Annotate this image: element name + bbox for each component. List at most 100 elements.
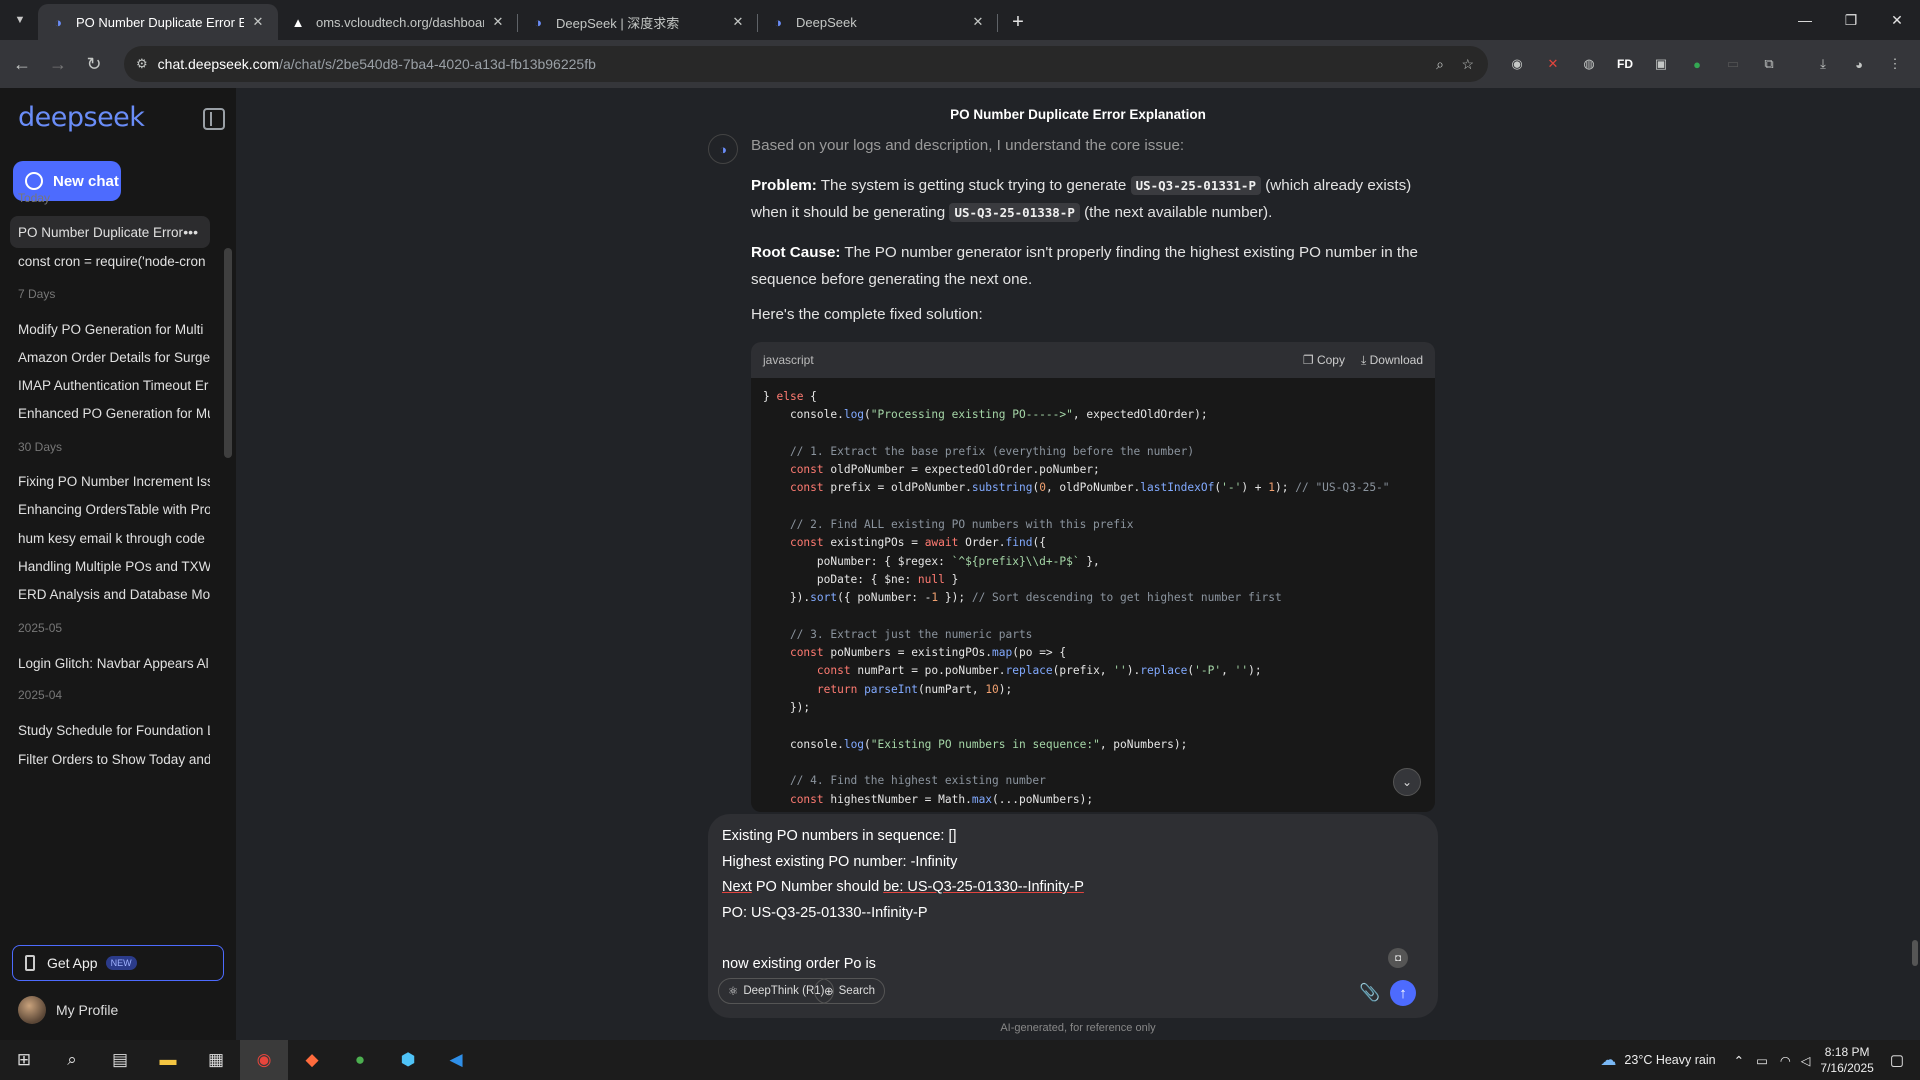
- system-tray: ☁ 23°C Heavy rain ⌃ ▭ ◠ ◁ 8:18 PM 7/16/2…: [1600, 1040, 1920, 1080]
- send-button[interactable]: ↑: [1390, 980, 1416, 1006]
- extensions-puzzle-icon[interactable]: ⧉: [1757, 52, 1781, 76]
- history-item-label: ERD Analysis and Database Mod: [18, 586, 210, 602]
- code-line: } else {: [763, 390, 817, 403]
- extension-dark-icon[interactable]: ▭: [1721, 52, 1745, 76]
- tab-title: PO Number Duplicate Error Exp: [76, 14, 244, 30]
- code-language: javascript: [763, 353, 814, 367]
- notification-icon[interactable]: ▢: [1890, 1051, 1904, 1069]
- triangle-icon: ▲: [291, 14, 305, 30]
- composer-misspelled: be: US-Q3-25-01330--Infinity-P: [883, 879, 1084, 895]
- code-line: poDate: { $ne: null }: [763, 572, 959, 586]
- deepseek-whale-icon: ◑: [708, 134, 738, 164]
- browser-tab[interactable]: ◑ DeepSeek ✕: [758, 4, 998, 40]
- history-item-label: IMAP Authentication Timeout Er: [18, 377, 209, 393]
- code-line: poNumber: { $regex: `^${prefix}\\d+-P$` …: [763, 554, 1100, 568]
- download-icon[interactable]: ⤓: [1811, 52, 1835, 76]
- clock[interactable]: 8:18 PM 7/16/2025: [1820, 1044, 1873, 1076]
- file-explorer-icon[interactable]: ▬: [144, 1040, 192, 1080]
- extension-fd-icon[interactable]: FD: [1613, 52, 1637, 76]
- download-label: Download: [1369, 352, 1423, 367]
- history-item[interactable]: const cron = require('node-cron: [10, 245, 210, 277]
- app-red-icon[interactable]: ◆: [288, 1040, 336, 1080]
- tab-close-icon[interactable]: ✕: [970, 14, 986, 30]
- browser-tab[interactable]: ▲ oms.vcloudtech.org/dashboard ✕: [278, 4, 518, 40]
- windows-start-icon[interactable]: ⊞: [0, 1040, 48, 1080]
- bookmark-star-icon[interactable]: ☆: [1461, 56, 1474, 73]
- app-hex-icon[interactable]: ⬢: [384, 1040, 432, 1080]
- site-info-icon[interactable]: ⚙: [136, 56, 148, 72]
- scroll-down-chevron-icon[interactable]: ⌄: [1393, 768, 1421, 796]
- history-item[interactable]: Study Schedule for Foundation L: [10, 714, 210, 746]
- message-input[interactable]: Existing PO numbers in sequence: [] High…: [722, 824, 1084, 977]
- restore-icon[interactable]: ❐: [1828, 0, 1874, 40]
- extension-image-icon[interactable]: ▣: [1649, 52, 1673, 76]
- browser-tab[interactable]: ◑ PO Number Duplicate Error Exp ✕: [38, 4, 278, 40]
- history-item[interactable]: Filter Orders to Show Today and: [10, 743, 210, 775]
- code-body: } else { console.log("Processing existin…: [751, 378, 1435, 812]
- battery-icon[interactable]: ▭: [1756, 1053, 1768, 1068]
- search-icon[interactable]: ⌕: [48, 1040, 96, 1080]
- download-button[interactable]: ⤓ Download: [1361, 353, 1423, 368]
- tab-list: ◑ PO Number Duplicate Error Exp ✕ ▲ oms.vclo…: [38, 4, 1032, 40]
- solution-intro: Here's the complete fixed solution:: [751, 306, 983, 323]
- vscode-icon[interactable]: ◀: [432, 1040, 480, 1080]
- history-item[interactable]: Enhanced PO Generation for Mu: [10, 397, 210, 429]
- extension-x-icon[interactable]: ✕: [1541, 52, 1565, 76]
- history-item-label: Filter Orders to Show Today and: [18, 751, 210, 767]
- tab-close-icon[interactable]: ✕: [250, 14, 266, 30]
- wifi-icon[interactable]: ◠: [1780, 1053, 1791, 1068]
- minimize-icon[interactable]: —: [1782, 0, 1828, 40]
- extension-green-icon[interactable]: ●: [1685, 52, 1709, 76]
- copy-button[interactable]: ❐ Copy: [1303, 353, 1345, 367]
- main-scrollbar[interactable]: [1912, 940, 1918, 966]
- history-item-label: Fixing PO Number Increment Iss: [18, 473, 210, 489]
- reload-icon[interactable]: ↻: [76, 46, 112, 82]
- search-toggle[interactable]: ⊕ Search: [814, 978, 886, 1004]
- zoom-icon[interactable]: ⌕: [1436, 56, 1444, 73]
- tab-close-icon[interactable]: ✕: [730, 14, 746, 30]
- root-cause-paragraph: Root Cause: The PO number generator isn'…: [751, 239, 1451, 293]
- date-text: 7/16/2025: [1820, 1061, 1874, 1075]
- history-item[interactable]: PO Number Duplicate Error •••: [10, 216, 210, 248]
- history-item[interactable]: Enhancing OrdersTable with Pro: [10, 493, 210, 525]
- back-arrow-icon[interactable]: ←: [4, 46, 40, 82]
- close-window-icon[interactable]: ✕: [1874, 0, 1920, 40]
- history-item[interactable]: Login Glitch: Navbar Appears Al: [10, 647, 210, 679]
- store-icon[interactable]: ▦: [192, 1040, 240, 1080]
- tab-close-icon[interactable]: ✕: [490, 14, 506, 30]
- my-profile-button[interactable]: My Profile: [18, 996, 118, 1024]
- code-line: // 1. Extract the base prefix (everythin…: [763, 444, 1195, 458]
- code-block: javascript ❐ Copy ⤓ Download } else { co…: [751, 342, 1435, 812]
- browser-tab[interactable]: ◑ DeepSeek | 深度求索 ✕: [518, 4, 758, 40]
- attach-paperclip-icon[interactable]: 📎: [1359, 983, 1380, 1003]
- weather-icon[interactable]: ☁: [1600, 1050, 1616, 1070]
- extension-face-icon[interactable]: ◉: [1505, 52, 1529, 76]
- address-bar[interactable]: ⚙ chat.deepseek.com/a/chat/s/2be540d8-7b…: [124, 46, 1488, 82]
- volume-icon[interactable]: ◁: [1801, 1053, 1811, 1068]
- task-view-icon[interactable]: ▤: [96, 1040, 144, 1080]
- tab-search-chevron-icon[interactable]: ▼: [8, 8, 32, 32]
- more-options-icon[interactable]: •••: [183, 224, 198, 240]
- collapse-sidebar-icon[interactable]: [203, 108, 225, 130]
- assistant-helper-icon[interactable]: ◘: [1388, 948, 1408, 968]
- weather-text[interactable]: 23°C Heavy rain: [1624, 1053, 1715, 1067]
- deepthink-icon: ⚛: [728, 986, 739, 998]
- extension-globe-icon[interactable]: ◍: [1577, 52, 1601, 76]
- url-path: /a/chat/s/2be540d8-7ba4-4020-a13d-fb13b9…: [279, 56, 596, 72]
- assistant-intro: Based on your logs and description, I un…: [751, 137, 1185, 154]
- tray-chevron-icon[interactable]: ⌃: [1734, 1053, 1744, 1068]
- history-item[interactable]: ERD Analysis and Database Mod: [10, 578, 210, 610]
- composer-misspelled: Next: [722, 879, 752, 895]
- window-controls: — ❐ ✕: [1782, 0, 1920, 40]
- chrome-icon[interactable]: ◉: [240, 1040, 288, 1080]
- mongodb-icon[interactable]: ●: [336, 1040, 384, 1080]
- sidebar-scrollbar[interactable]: [224, 248, 232, 458]
- new-tab-button[interactable]: +: [1004, 8, 1032, 36]
- profile-avatar-icon[interactable]: ◕: [1847, 52, 1871, 76]
- message-composer[interactable]: Existing PO numbers in sequence: [] High…: [708, 814, 1438, 1018]
- history-group-label: 7 Days: [18, 287, 56, 301]
- menu-kebab-icon[interactable]: ⋮: [1883, 52, 1907, 76]
- get-app-button[interactable]: Get App NEW: [12, 945, 224, 981]
- forward-arrow-icon[interactable]: →: [40, 46, 76, 82]
